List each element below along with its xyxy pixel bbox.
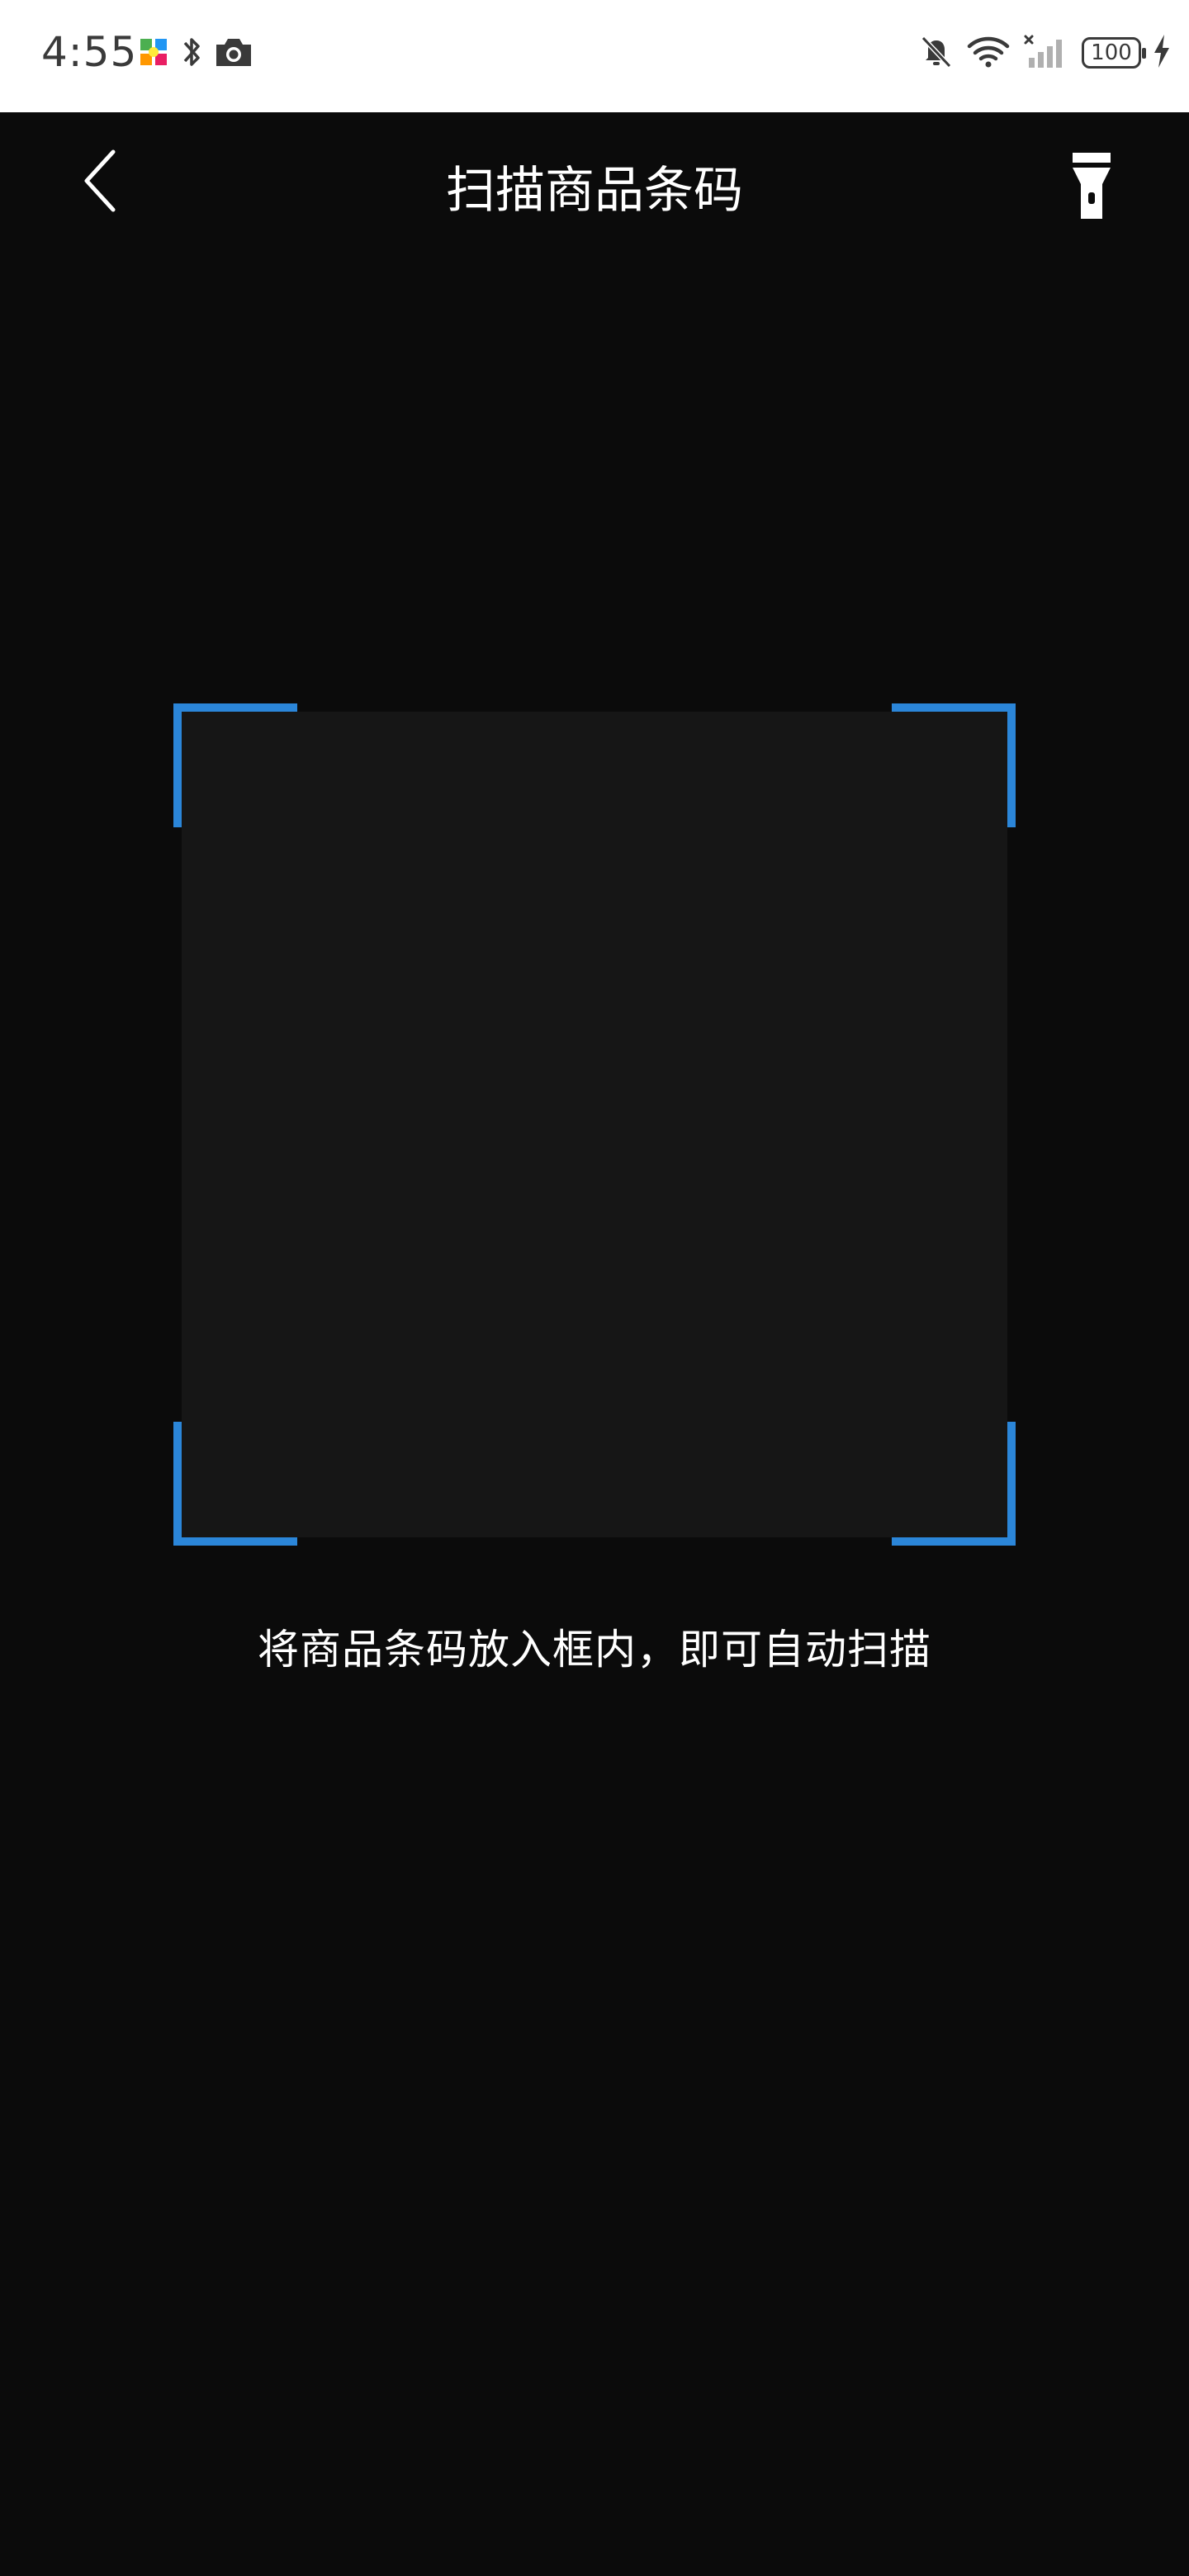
scan-frame <box>173 703 1016 1546</box>
page-title: 扫描商品条码 <box>446 162 743 220</box>
flashlight-icon <box>1069 151 1114 224</box>
scan-frame-corner-bottom-right <box>892 1422 1016 1546</box>
scan-screen: 4:55 100 扫描商品条码 将商品条码放入框内，即可自动扫描 <box>0 0 1189 2576</box>
mute-icon <box>918 33 955 73</box>
status-system-icons: 100 <box>918 33 1171 73</box>
scan-frame-corner-bottom-left <box>173 1422 297 1546</box>
battery-level: 100 <box>1091 40 1132 65</box>
wifi-icon <box>966 33 1011 73</box>
flashlight-button[interactable] <box>1065 150 1118 225</box>
scan-frame-corner-top-left <box>173 703 297 827</box>
signal-icon <box>1022 33 1070 73</box>
battery-icon: 100 <box>1082 37 1146 69</box>
bluetooth-icon <box>180 35 203 73</box>
status-notification-icons <box>137 35 254 73</box>
scan-frame-corner-top-right <box>892 703 1016 827</box>
app-bar: 扫描商品条码 <box>0 112 1189 254</box>
status-time: 4:55 <box>41 28 138 76</box>
scan-hint-text: 将商品条码放入框内，即可自动扫描 <box>258 1626 931 1674</box>
app-notification-icon <box>137 36 170 72</box>
charging-icon <box>1153 33 1171 73</box>
camera-icon <box>213 35 254 73</box>
status-bar: 4:55 100 <box>0 0 1189 112</box>
